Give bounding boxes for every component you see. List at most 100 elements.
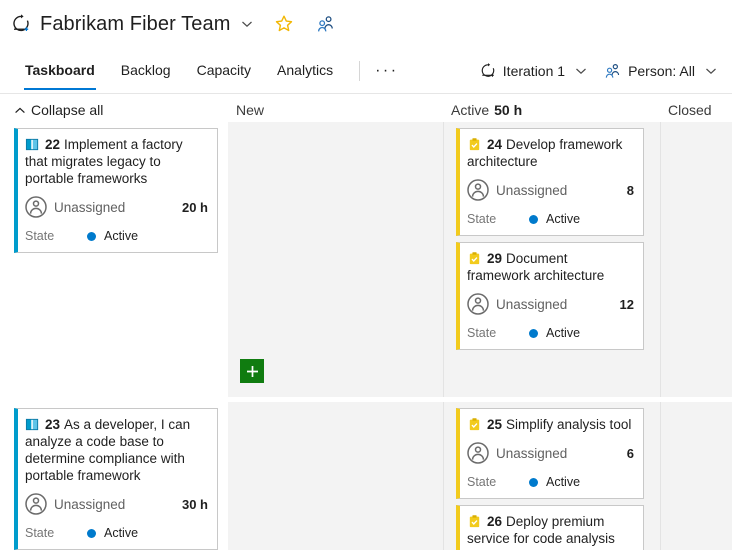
work-item-id: 25 xyxy=(487,417,502,432)
task-card[interactable]: 24Develop framework architecture Unassig… xyxy=(456,128,644,236)
status-dot xyxy=(87,529,96,538)
chevron-up-icon xyxy=(14,104,26,116)
task-card[interactable]: 25 Simplify analysis tool Unassigned 6 xyxy=(456,408,644,499)
card-title: 22Implement a factory that migrates lega… xyxy=(25,136,208,187)
board-rows: 22Implement a factory that migrates lega… xyxy=(0,122,732,550)
story-card[interactable]: 23As a developer, I can analyze a code b… xyxy=(14,408,218,550)
remaining-work: 20 h xyxy=(182,200,208,215)
remaining-work: 30 h xyxy=(182,497,208,512)
card-title: 24Develop framework architecture xyxy=(467,136,634,170)
status-badge: Active xyxy=(546,326,580,340)
cell-closed-row1[interactable] xyxy=(660,122,732,397)
iteration-filter-label: Iteration 1 xyxy=(503,63,565,79)
card-title: 25 Simplify analysis tool xyxy=(467,416,634,433)
cell-active-row1[interactable]: 24Develop framework architecture Unassig… xyxy=(443,122,660,397)
chevron-down-icon xyxy=(574,64,588,78)
cell-active-row2[interactable]: 25 Simplify analysis tool Unassigned 6 xyxy=(443,402,660,550)
taskboard: Collapse all New Active 50 h Closed xyxy=(0,94,732,550)
table-row: 22Implement a factory that migrates lega… xyxy=(0,122,732,397)
work-item-id: 29 xyxy=(487,251,502,266)
table-row: 23As a developer, I can analyze a code b… xyxy=(0,402,732,550)
assignee-name: Unassigned xyxy=(54,497,125,512)
tab-taskboard[interactable]: Taskboard xyxy=(12,48,108,93)
story-icon xyxy=(25,417,40,432)
tab-capacity[interactable]: Capacity xyxy=(184,48,264,93)
task-card[interactable]: 26Deploy premium service for code analys… xyxy=(456,505,644,550)
add-task-button[interactable] xyxy=(240,359,264,383)
work-item-id: 22 xyxy=(45,137,60,152)
status-dot xyxy=(529,329,538,338)
column-header-new[interactable]: New xyxy=(228,102,443,118)
plus-icon xyxy=(246,365,259,378)
story-card[interactable]: 22Implement a factory that migrates lega… xyxy=(14,128,218,253)
work-item-title: Simplify analysis tool xyxy=(506,417,631,432)
card-title: 23As a developer, I can analyze a code b… xyxy=(25,416,208,484)
app-header: Fabrikam Fiber Team xyxy=(0,0,732,48)
cell-closed-row2[interactable] xyxy=(660,402,732,550)
status-dot xyxy=(529,478,538,487)
team-name[interactable]: Fabrikam Fiber Team xyxy=(40,13,230,36)
status-badge: Active xyxy=(546,212,580,226)
card-assignee: Unassigned 8 xyxy=(467,179,634,201)
avatar xyxy=(467,179,489,201)
state-label: State xyxy=(467,212,529,226)
status-badge: Active xyxy=(546,475,580,489)
column-hours-active: 50 h xyxy=(494,102,522,118)
assignee-name: Unassigned xyxy=(54,200,125,215)
tab-backlog[interactable]: Backlog xyxy=(108,48,184,93)
work-item-id: 26 xyxy=(487,514,502,529)
avatar xyxy=(25,196,47,218)
status-dot xyxy=(529,215,538,224)
collapse-all-button[interactable]: Collapse all xyxy=(0,102,228,118)
iteration-filter[interactable]: Iteration 1 xyxy=(471,55,596,87)
tab-divider xyxy=(359,61,360,81)
card-state: State Active xyxy=(25,229,208,243)
card-assignee: Unassigned 30 h xyxy=(25,493,208,515)
sprint-icon xyxy=(10,13,32,35)
story-cell: 23As a developer, I can analyze a code b… xyxy=(0,402,228,550)
state-label: State xyxy=(25,229,87,243)
column-header-closed[interactable]: Closed xyxy=(660,102,732,118)
card-state: State Active xyxy=(467,475,634,489)
sprint-icon xyxy=(479,62,497,80)
state-label: State xyxy=(467,475,529,489)
assignee-name: Unassigned xyxy=(496,446,567,461)
avatar xyxy=(467,442,489,464)
column-header-active[interactable]: Active 50 h xyxy=(443,102,660,118)
story-cell: 22Implement a factory that migrates lega… xyxy=(0,122,228,397)
story-icon xyxy=(25,137,40,152)
card-title: 26Deploy premium service for code analys… xyxy=(467,513,634,547)
chevron-down-icon xyxy=(704,64,718,78)
people-icon[interactable] xyxy=(316,14,336,34)
chevron-down-icon[interactable] xyxy=(240,17,254,31)
column-name-new: New xyxy=(236,102,264,118)
more-tabs-button[interactable]: ··· xyxy=(369,48,404,93)
remaining-work: 12 xyxy=(620,297,634,312)
card-assignee: Unassigned 20 h xyxy=(25,196,208,218)
task-card[interactable]: 29Document framework architecture Unassi… xyxy=(456,242,644,350)
task-icon xyxy=(467,417,482,432)
status-badge: Active xyxy=(104,526,138,540)
remaining-work: 6 xyxy=(627,446,634,461)
avatar xyxy=(25,493,47,515)
assignee-name: Unassigned xyxy=(496,297,567,312)
status-badge: Active xyxy=(104,229,138,243)
person-filter[interactable]: Person: All xyxy=(596,55,726,87)
card-assignee: Unassigned 6 xyxy=(467,442,634,464)
task-icon xyxy=(467,251,482,266)
card-state: State Active xyxy=(467,212,634,226)
cell-new-row2[interactable] xyxy=(228,402,443,550)
person-icon xyxy=(604,62,622,80)
avatar xyxy=(467,293,489,315)
board-filters: Iteration 1 Person: All xyxy=(471,55,732,87)
column-name-closed: Closed xyxy=(668,102,712,118)
person-filter-label: Person: All xyxy=(628,63,695,79)
cell-new-row1[interactable] xyxy=(228,122,443,397)
card-title: 29Document framework architecture xyxy=(467,250,634,284)
tab-analytics[interactable]: Analytics xyxy=(264,48,346,93)
task-icon xyxy=(467,137,482,152)
remaining-work: 8 xyxy=(627,183,634,198)
state-label: State xyxy=(25,526,87,540)
star-icon[interactable] xyxy=(274,14,294,34)
column-name-active: Active xyxy=(451,102,489,118)
